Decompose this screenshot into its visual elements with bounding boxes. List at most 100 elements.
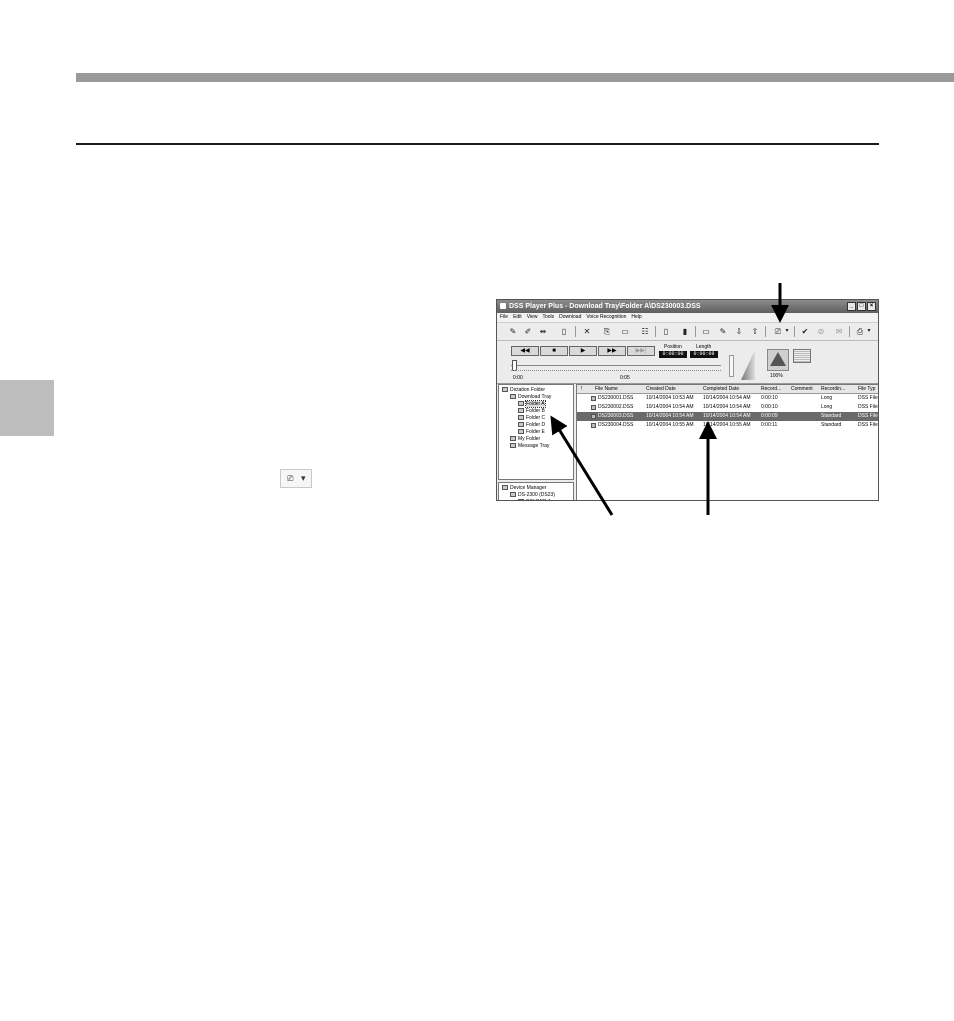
tree-item-label: Device Manager [510,485,547,491]
column-header[interactable]: ! [581,385,582,393]
menu-view[interactable]: View [527,313,538,322]
tree-item-label: Message Tray [518,443,550,449]
tree-item[interactable]: Folder E [518,429,545,436]
table-cell: 10/14/2004 10:54 AM [703,404,751,410]
column-header[interactable]: Record... [761,385,781,393]
menu-download[interactable]: Download [559,313,581,322]
table-cell: 10/14/2004 10:54 AM [646,404,694,410]
app-window: DSS Player Plus - Download Tray\Folder A… [496,299,879,501]
tree-item-label: DS-2300 (DS23) [518,492,555,498]
chevron-down-icon[interactable]: ▾ [866,326,872,337]
table-cell: 10/14/2004 10:55 AM [646,422,694,428]
download-icon[interactable]: ⇩ [733,326,745,337]
table-row[interactable]: DS230003.DSS 10/14/2004 10:54 AM 10/14/200… [577,412,878,421]
import-icon[interactable]: ⎘ [601,326,613,337]
tree-item[interactable]: Device Manager [502,485,546,492]
tree-item-label: POLDER A [526,499,551,500]
tree-item-label: Folder B [526,408,545,414]
voice-recognition-button[interactable]: ⎚ ▾ [280,469,312,488]
print-icon[interactable]: ⎙ [854,326,866,337]
transport-bar: ◀◀ ■ ▶ ▶▶ ▶▶| Position 0:00:00 Length 0:… [497,341,878,384]
play-button[interactable]: ▶ [569,346,597,356]
dss-file-icon [591,414,596,419]
table-row[interactable]: DS230004.DSS 10/14/2004 10:55 AM 10/14/200… [577,421,878,430]
voice-recognition-icon[interactable]: ⎚ [772,326,784,337]
column-header[interactable]: File Name [595,385,618,393]
record-icon[interactable]: ✎ [507,326,519,337]
tree-item[interactable]: Download Tray [510,394,551,401]
send-icon[interactable]: ▯ [558,326,570,337]
tree-item-label: Folder C [526,415,546,421]
rewind-button[interactable]: ◀◀ [511,346,539,356]
column-header[interactable]: Completed Date [703,385,739,393]
toolbar-separator [849,326,850,337]
rename-icon[interactable]: ✎ [717,326,729,337]
properties-icon[interactable]: ☷ [639,326,651,337]
maximize-button[interactable]: □ [857,302,866,311]
split-icon[interactable]: ▯ [660,326,672,337]
edit-icon[interactable]: ✐ [522,326,534,337]
table-cell: DS230002.DSS [598,404,634,410]
table-row[interactable]: DS230002.DSS 10/14/2004 10:54 AM 10/14/200… [577,403,878,412]
insert-icon[interactable]: ⇹ [537,326,549,337]
mail-icon[interactable]: ✉ [833,326,845,337]
tree-item-label: Folder D [526,422,546,428]
folder-tree: Dictation Folder Download Tray Folder A Fol… [498,384,574,480]
voice-recognition-icon: ⎚ [287,474,294,483]
tree-item[interactable]: Message Tray [510,443,549,450]
tree-item[interactable]: Folder C [518,415,545,422]
chevron-down-icon[interactable]: ▾ [784,326,790,337]
table-cell: DS230004.DSS [598,422,634,428]
volume-slider[interactable] [729,355,734,377]
check-icon[interactable]: ✔ [799,326,811,337]
volume-meter [741,350,755,380]
device-tree: Device ManagerDS-2300 (DS23)POLDER A [498,482,574,500]
tree-item[interactable]: POLDER A [518,499,551,500]
close-button[interactable]: × [867,302,876,311]
menu-voice-recognition[interactable]: Voice Recognition [586,313,626,322]
tree-item[interactable]: Folder A [518,400,546,408]
menu-file[interactable]: File [500,313,508,322]
menu-edit[interactable]: Edit [513,313,522,322]
column-header[interactable]: Comment [791,385,813,393]
table-cell: 0:00:09 [761,413,778,419]
table-cell: Long [821,395,833,401]
folder-icon [510,492,516,498]
column-header[interactable]: Created Date [646,385,676,393]
callout-arrows [550,283,789,516]
table-cell: DSS File [858,395,878,401]
folder-icon [510,394,516,400]
table-cell: 0:00:10 [761,395,778,401]
tree-item[interactable]: Folder B [518,408,545,415]
tree-item[interactable]: My Folder [510,436,540,443]
table-row[interactable]: DS230001.DSS 10/14/2004 10:53 AM 10/14/200… [577,394,878,403]
tree-item[interactable]: Dictation Folder [502,387,545,394]
mid-time: 0:05 [620,375,630,381]
fast-forward-button[interactable]: ▶▶ [598,346,626,356]
position-counter: 0:00:00 [659,351,687,358]
tree-item[interactable]: DS-2300 (DS23) [510,492,555,499]
toolbar: ✎ ✐ ⇹ ▯ ✕ ⎘ ▭ ☷ ▯ ▮ ▭ ✎ ⇩ ⇧ ⎚ ▾ ✔ ⊘ ✉ ⎙ … [497,323,878,341]
delete-icon[interactable]: ✕ [581,326,593,337]
stop-button[interactable]: ■ [540,346,568,356]
tree-item-label: Download Tray [518,394,552,400]
menu-help[interactable]: Help [631,313,641,322]
folder-icon [518,401,524,407]
tree-item[interactable]: Folder D [518,422,545,429]
table-cell: DS230003.DSS [598,413,634,419]
table-cell: 10/14/2004 10:54 AM [703,395,751,401]
folder-icon [518,415,524,421]
cancel-check-icon[interactable]: ⊘ [815,326,827,337]
join-icon[interactable]: ▮ [679,326,691,337]
column-header[interactable]: Recordin... [821,385,845,393]
next-button[interactable]: ▶▶| [627,346,655,356]
menu-tools[interactable]: Tools [542,313,554,322]
column-header[interactable]: File Typ [858,385,875,393]
minimize-button[interactable]: _ [847,302,856,311]
folder-icon[interactable]: ▭ [700,326,712,337]
table-cell: 10/14/2004 10:54 AM [703,413,751,419]
toolbar-separator [695,326,696,337]
export-icon[interactable]: ▭ [619,326,631,337]
upload-icon[interactable]: ⇧ [749,326,761,337]
folder-icon [518,422,524,428]
